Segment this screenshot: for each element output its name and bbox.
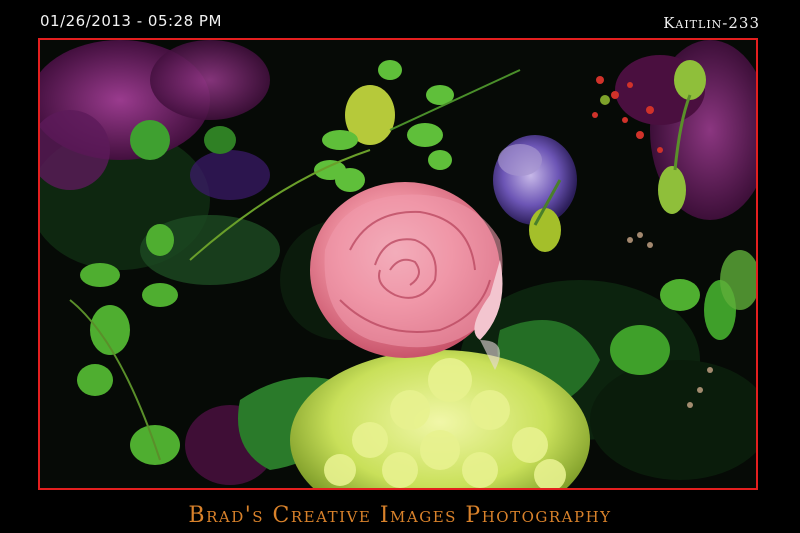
photo-id: Kaitlin-233 <box>663 14 760 32</box>
studio-caption: Brad's Creative Images Photography <box>188 503 612 528</box>
flower-photo <box>40 40 756 488</box>
timestamp: 01/26/2013 - 05:28 PM <box>40 12 222 30</box>
photo-frame <box>38 38 758 490</box>
